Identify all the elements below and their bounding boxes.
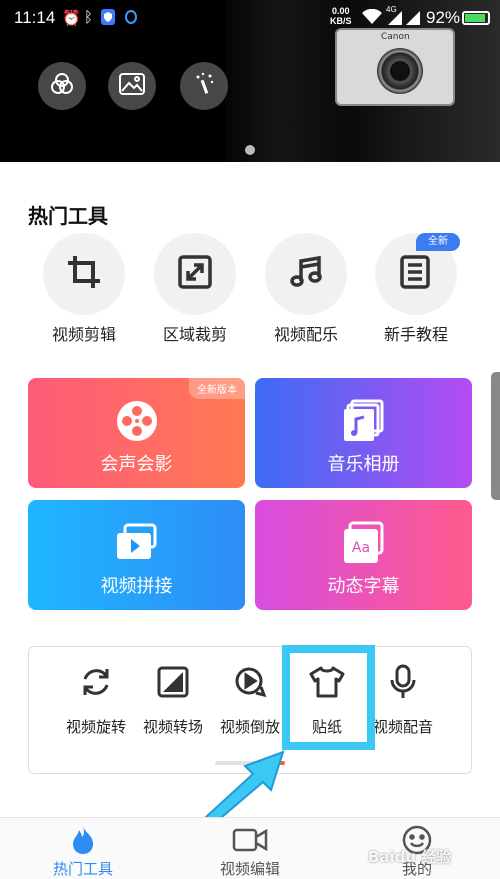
battery-percent: 92% — [426, 8, 461, 27]
mini-tool-label: 视频转场 — [142, 718, 203, 736]
nav-video-edit[interactable]: 视频编辑 — [195, 826, 305, 879]
tool-area-crop[interactable]: 区域裁剪 — [145, 233, 245, 345]
card-dynamic-subtitle[interactable]: Aa 动态字幕 — [255, 500, 472, 610]
mini-tool-dubbing[interactable]: 视频配音 — [364, 664, 442, 737]
card-label: 音乐相册 — [327, 454, 400, 475]
crop-icon — [66, 254, 102, 294]
nav-label: 视频编辑 — [219, 860, 280, 878]
shield-app-icon — [101, 9, 115, 29]
mini-tool-label: 视频旋转 — [65, 718, 126, 736]
alarm-icon: ⏰ — [62, 10, 81, 27]
card-label: 会声会影 — [100, 454, 173, 475]
flame-icon — [70, 825, 96, 859]
subtitle-icon: Aa — [341, 520, 387, 566]
microphone-icon — [389, 664, 417, 704]
tutorial-icon — [400, 255, 432, 293]
new-version-badge: 全新版本 — [189, 378, 245, 399]
film-reel-icon — [114, 398, 160, 444]
battery-icon — [462, 11, 490, 25]
card-huisheng-huiying[interactable]: 全新版本 会声会影 — [28, 378, 245, 488]
filter-icon — [49, 71, 75, 101]
card-video-splice[interactable]: 视频拼接 — [28, 500, 245, 610]
baidu-watermark: Baidu 经验 — [368, 848, 452, 866]
tool-label: 区域裁剪 — [162, 325, 227, 344]
mini-tool-rotate[interactable]: 视频旋转 — [57, 666, 135, 737]
tool-label: 视频配乐 — [273, 325, 338, 344]
edge-handle[interactable] — [491, 372, 500, 500]
video-stack-icon — [114, 520, 160, 566]
card-music-album[interactable]: 音乐相册 — [255, 378, 472, 488]
music-album-icon — [341, 398, 387, 444]
card-label: 动态字幕 — [327, 576, 400, 597]
video-camera-icon — [232, 827, 268, 857]
mini-tool-label: 视频配音 — [372, 718, 433, 736]
image-button[interactable] — [108, 62, 156, 110]
image-icon — [119, 73, 145, 99]
mini-tool-reverse[interactable]: 视频倒放 — [211, 666, 289, 737]
sticker-highlight-box — [282, 645, 375, 750]
tool-video-edit[interactable]: 视频剪辑 — [34, 233, 134, 345]
tool-video-music[interactable]: 视频配乐 — [256, 233, 356, 345]
net-speed: 0.00 KB/S — [330, 6, 352, 26]
camera-image: Canon — [335, 28, 455, 106]
nav-hot-tools[interactable]: 热门工具 — [28, 826, 138, 879]
transition-icon — [157, 666, 189, 702]
camera-lens — [377, 48, 423, 94]
magic-button[interactable] — [180, 62, 228, 110]
resize-icon — [178, 255, 212, 293]
section-title-hot-tools: 热门工具 — [28, 204, 108, 228]
signal-icon — [388, 9, 422, 29]
new-badge: 全新 — [416, 233, 460, 251]
music-note-icon — [289, 255, 323, 293]
wifi-icon — [362, 8, 382, 29]
bluetooth-icon: ᛒ — [84, 9, 94, 26]
tool-label: 新手教程 — [383, 325, 448, 344]
svg-text:Aa: Aa — [352, 540, 370, 556]
rotate-icon — [79, 665, 113, 703]
banner-page-indicator — [245, 145, 255, 155]
magic-wand-icon — [192, 72, 216, 100]
card-label: 视频拼接 — [100, 576, 173, 597]
nav-label: 热门工具 — [52, 860, 113, 878]
status-time: 11:14 — [14, 8, 56, 27]
qq-icon — [124, 9, 138, 29]
tool-label: 视频剪辑 — [51, 325, 116, 344]
status-bar: 11:14 ⏰ ᛒ 0.00 KB/S 4G 92% — [0, 0, 500, 36]
filter-button[interactable] — [38, 62, 86, 110]
mini-tool-transition[interactable]: 视频转场 — [134, 666, 212, 737]
reverse-play-icon — [233, 665, 267, 703]
mini-tool-label: 视频倒放 — [219, 718, 280, 736]
